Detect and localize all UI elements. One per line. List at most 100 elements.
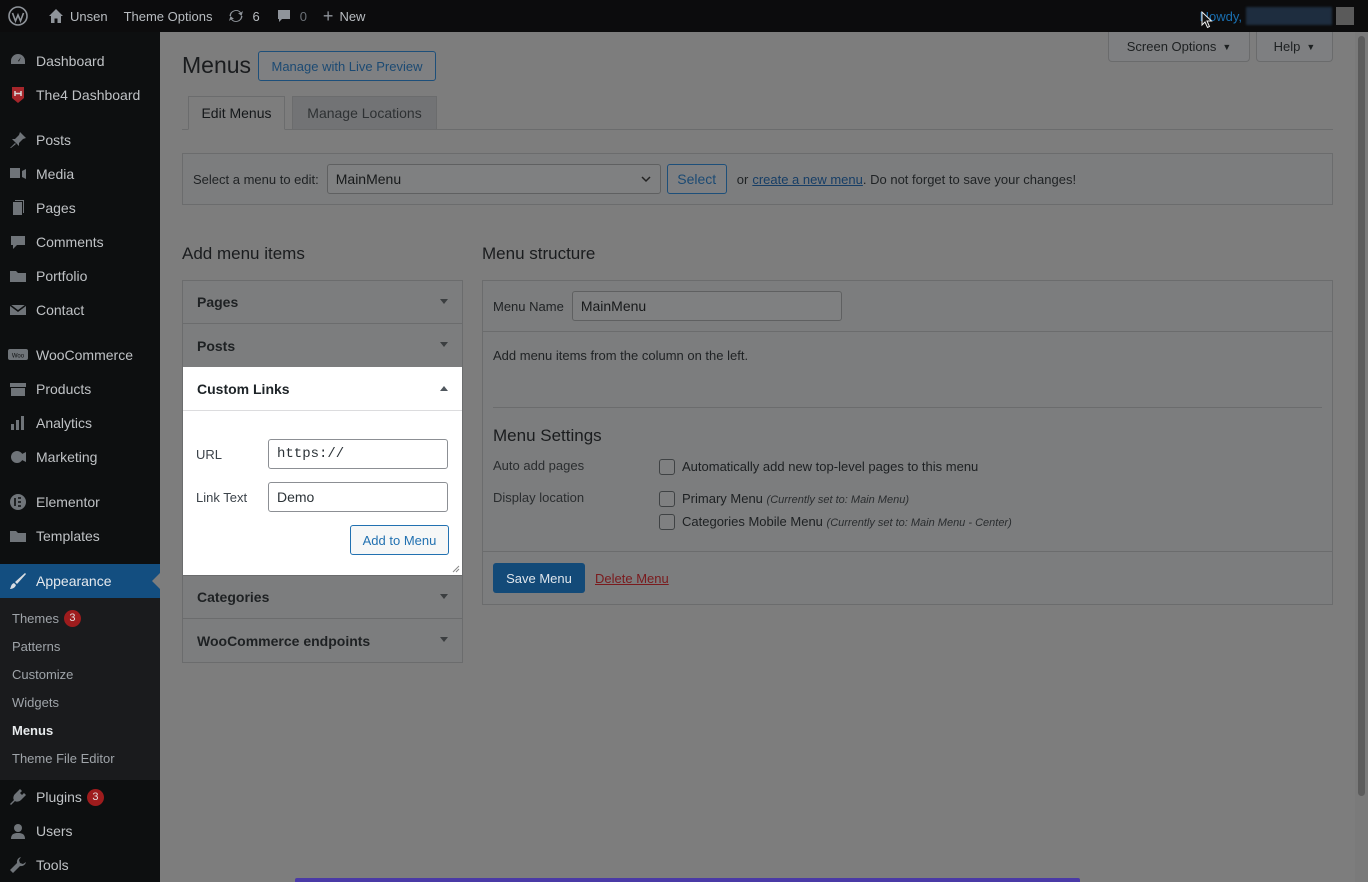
sidebar-item-the4-dashboard[interactable]: The4 Dashboard	[0, 78, 160, 112]
tab-edit-menus[interactable]: Edit Menus	[188, 96, 285, 130]
sidebar-item-appearance[interactable]: Appearance	[0, 564, 160, 598]
display-location-label: Display location	[493, 490, 585, 505]
submenu-item-theme-file-editor[interactable]: Theme File Editor	[0, 744, 160, 772]
sidebar-item-elementor[interactable]: Elementor	[0, 485, 160, 519]
accordion-pages[interactable]: Pages	[183, 281, 462, 324]
my-account[interactable]: Howdy,	[1200, 7, 1368, 25]
megaphone-icon	[8, 447, 28, 467]
media-icon	[8, 164, 28, 184]
user-name	[1246, 7, 1332, 25]
sidebar-item-marketing[interactable]: Marketing	[0, 440, 160, 474]
accordion-categories[interactable]: Categories	[183, 576, 462, 619]
resize-handle-icon[interactable]	[452, 565, 460, 573]
page-title: Menus	[182, 52, 252, 78]
url-input[interactable]: https://	[268, 439, 448, 469]
create-new-menu-link[interactable]: create a new menu	[752, 172, 863, 187]
chevron-down-icon	[641, 176, 651, 183]
accordion-custom-links[interactable]: Custom Links	[183, 367, 462, 411]
submenu-item-widgets[interactable]: Widgets	[0, 688, 160, 716]
submenu-item-menus[interactable]: Menus	[0, 716, 160, 744]
menu-instruction: Add menu items from the column on the le…	[493, 348, 749, 363]
save-reminder-text: . Do not forget to save your changes!	[862, 171, 1077, 187]
triangle-up-icon	[440, 386, 448, 391]
sidebar-item-contact[interactable]: Contact	[0, 293, 160, 327]
sidebar-item-posts[interactable]: Posts	[0, 123, 160, 157]
updates-icon	[228, 8, 244, 24]
accordion-woocommerce-endpoints[interactable]: WooCommerce endpoints	[183, 619, 462, 662]
triangle-down-icon	[440, 594, 448, 599]
pin-icon	[8, 130, 28, 150]
folder-icon	[8, 266, 28, 286]
primary-menu-checkbox[interactable]	[659, 491, 675, 507]
link-text-input[interactable]: Demo	[268, 482, 448, 512]
submenu-item-customize[interactable]: Customize	[0, 660, 160, 688]
sidebar-item-products[interactable]: Products	[0, 372, 160, 406]
menu-structure-heading: Menu structure	[482, 244, 596, 263]
categories-mobile-menu-option: Categories Mobile Menu (Currently set to…	[682, 514, 1012, 529]
caret-down-icon: ▼	[1222, 41, 1232, 52]
sidebar-item-tools[interactable]: Tools	[0, 848, 160, 882]
divider	[493, 407, 1322, 408]
select-button[interactable]: Select	[666, 164, 727, 194]
scrollbar-thumb[interactable]	[1358, 36, 1365, 796]
select-menu-label: Select a menu to edit:	[193, 171, 319, 187]
sidebar-item-portfolio[interactable]: Portfolio	[0, 259, 160, 293]
svg-text:Woo: Woo	[12, 354, 25, 360]
add-to-menu-button[interactable]: Add to Menu	[350, 525, 449, 555]
mail-icon	[8, 300, 28, 320]
admin-bar: Unsen Theme Options 6 0 + New Howdy,	[0, 0, 1368, 32]
screen-options-button[interactable]: Screen Options ▼	[1108, 32, 1250, 62]
link-text-label: Link Text	[196, 490, 248, 505]
new-content-link[interactable]: + New	[315, 0, 374, 32]
updates-link[interactable]: 6	[220, 0, 267, 32]
pages-icon	[8, 198, 28, 218]
page-scrollbar[interactable]	[1355, 32, 1368, 882]
site-name-link[interactable]: Unsen	[40, 0, 116, 32]
elementor-icon	[8, 492, 28, 512]
nav-tabs: Edit Menus Manage Locations	[182, 96, 1333, 130]
appearance-submenu: Themes 3 Patterns Customize Widgets Menu…	[0, 598, 160, 780]
submenu-item-themes[interactable]: Themes 3	[0, 604, 160, 632]
sidebar-item-plugins[interactable]: Plugins 3	[0, 780, 160, 814]
sidebar-item-media[interactable]: Media	[0, 157, 160, 191]
sidebar-item-users[interactable]: Users	[0, 814, 160, 848]
mouse-cursor-icon	[1201, 11, 1213, 29]
theme-options-link[interactable]: Theme Options	[116, 0, 221, 32]
menu-name-input[interactable]: MainMenu	[571, 291, 842, 321]
sidebar-item-dashboard[interactable]: Dashboard	[0, 44, 160, 78]
triangle-down-icon	[440, 299, 448, 304]
delete-menu-link[interactable]: Delete Menu	[595, 571, 669, 586]
brush-icon	[8, 571, 28, 591]
save-menu-button[interactable]: Save Menu	[493, 563, 585, 593]
comments-link[interactable]: 0	[268, 0, 315, 32]
sidebar-item-analytics[interactable]: Analytics	[0, 406, 160, 440]
archive-icon	[8, 379, 28, 399]
select-menu-bar: Select a menu to edit: MainMenu Select o…	[182, 153, 1333, 205]
help-button[interactable]: Help ▼	[1256, 32, 1333, 62]
folder-icon	[8, 526, 28, 546]
accordion-posts[interactable]: Posts	[183, 324, 462, 367]
sidebar-item-templates[interactable]: Templates	[0, 519, 160, 553]
bottom-notification-bar	[295, 878, 1080, 882]
add-menu-items-accordion: Pages Posts Custom Links URL https:// Li…	[182, 280, 463, 663]
menu-select-dropdown[interactable]: MainMenu	[326, 164, 661, 194]
primary-menu-option: Primary Menu (Currently set to: Main Men…	[682, 491, 909, 506]
triangle-down-icon	[440, 637, 448, 642]
menu-name-label: Menu Name	[493, 298, 564, 314]
dashboard-icon	[8, 51, 28, 71]
auto-add-pages-checkbox[interactable]	[659, 459, 675, 475]
categories-mobile-menu-checkbox[interactable]	[659, 514, 675, 530]
submenu-item-patterns[interactable]: Patterns	[0, 632, 160, 660]
triangle-down-icon	[440, 342, 448, 347]
sidebar-item-pages[interactable]: Pages	[0, 191, 160, 225]
manage-live-preview-button[interactable]: Manage with Live Preview	[258, 51, 436, 81]
wrench-icon	[8, 855, 28, 875]
main-content: Menus Manage with Live Preview Screen Op…	[160, 32, 1355, 882]
sidebar-item-comments[interactable]: Comments	[0, 225, 160, 259]
tab-manage-locations[interactable]: Manage Locations	[292, 96, 437, 130]
menu-structure-footer: Save Menu Delete Menu	[483, 551, 1332, 604]
wordpress-logo-icon[interactable]	[0, 0, 40, 32]
sidebar-item-woocommerce[interactable]: Woo WooCommerce	[0, 338, 160, 372]
the4-icon	[8, 85, 28, 105]
menu-structure-box: Menu Name MainMenu Add menu items from t…	[482, 280, 1333, 605]
